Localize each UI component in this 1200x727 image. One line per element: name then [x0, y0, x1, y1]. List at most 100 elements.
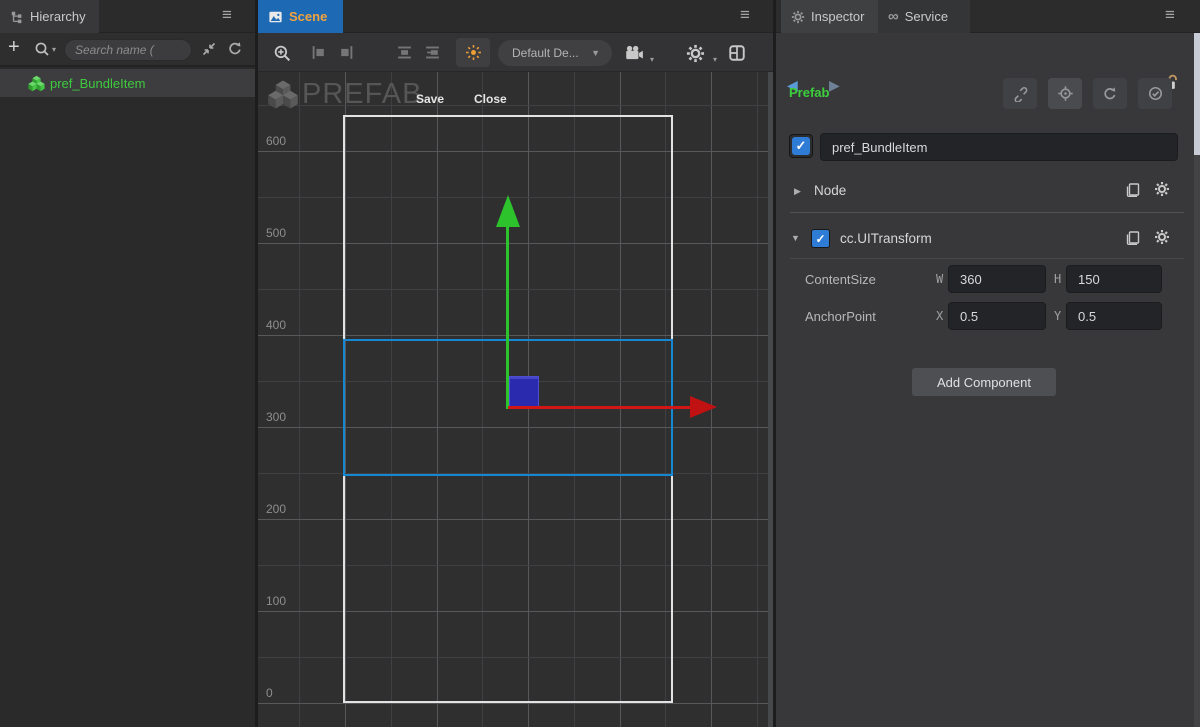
- section-divider: [790, 258, 1184, 259]
- ruler-label: 600: [266, 134, 286, 148]
- scene-settings-gear-icon[interactable]: [686, 44, 705, 63]
- prefab-apply-button[interactable]: [1138, 78, 1172, 109]
- uitransform-enabled-checkbox[interactable]: ✓: [811, 229, 830, 248]
- prefab-watermark: PREFAB: [268, 78, 422, 111]
- service-link-icon: ∞: [888, 8, 899, 25]
- section-divider: [790, 212, 1184, 213]
- zoom-tool-icon[interactable]: [273, 44, 292, 63]
- contentsize-h-input[interactable]: [1066, 265, 1162, 293]
- tab-service-label: Service: [905, 9, 948, 24]
- tab-scene-label: Scene: [289, 9, 327, 24]
- tab-hierarchy[interactable]: Hierarchy: [0, 0, 99, 33]
- uitransform-expand-icon[interactable]: ▼: [791, 233, 800, 243]
- scene-viewport[interactable]: 6005004003002001000 PREFAB Save Close: [258, 72, 773, 727]
- tab-scene[interactable]: Scene: [258, 0, 343, 33]
- inspector-menu-icon[interactable]: ≡: [1165, 5, 1175, 25]
- tab-inspector[interactable]: Inspector: [781, 0, 878, 33]
- anchorpoint-y-input[interactable]: [1066, 302, 1162, 330]
- reset-icon: [1102, 86, 1118, 102]
- inspector-gear-icon: [791, 10, 805, 24]
- node-settings-gear-icon[interactable]: [1154, 181, 1170, 197]
- prefab-cubes-icon: [28, 75, 45, 92]
- align-center-icon[interactable]: [424, 44, 441, 61]
- unlink-icon: [1012, 86, 1028, 102]
- locate-crosshair-icon: [1057, 85, 1074, 102]
- create-node-button[interactable]: +: [8, 36, 20, 59]
- panel-divider-left[interactable]: [255, 0, 258, 727]
- inspector-body: ◀ ▶ Prefab ✓ ▶: [776, 33, 1200, 727]
- check-circle-icon: [1147, 85, 1164, 102]
- camera-icon[interactable]: [624, 44, 644, 62]
- align-right-icon[interactable]: [338, 44, 355, 61]
- uitransform-docs-icon[interactable]: [1125, 230, 1141, 246]
- align-left-icon[interactable]: [310, 44, 327, 61]
- tab-inspector-label: Inspector: [811, 9, 864, 24]
- ruler-label: 500: [266, 226, 286, 240]
- gizmo-mode-value: Default De...: [512, 46, 591, 60]
- ruler-label: 100: [266, 594, 286, 608]
- node-docs-icon[interactable]: [1125, 182, 1141, 198]
- search-filter-caret-icon[interactable]: ▾: [52, 45, 56, 54]
- node-section-title[interactable]: Node: [814, 183, 846, 198]
- hierarchy-menu-icon[interactable]: ≡: [222, 5, 232, 25]
- prefab-reset-button[interactable]: [1093, 78, 1127, 109]
- scene-menu-icon[interactable]: ≡: [740, 5, 750, 25]
- grid-line-vertical: [757, 72, 758, 727]
- inspector-panel: Inspector ∞ Service ≡ ◀ ▶ Prefab: [776, 0, 1200, 727]
- uitransform-section-title[interactable]: cc.UITransform: [840, 231, 932, 246]
- settings-caret-icon[interactable]: ▾: [713, 55, 717, 64]
- gizmo-anchor-square[interactable]: [509, 376, 539, 407]
- ruler-label: 200: [266, 502, 286, 516]
- prefab-close-button[interactable]: Close: [474, 92, 507, 106]
- inspector-tabbar: Inspector ∞ Service ≡: [776, 0, 1200, 33]
- tab-hierarchy-label: Hierarchy: [30, 9, 86, 24]
- collapse-all-icon[interactable]: [201, 41, 217, 57]
- prefab-watermark-label: PREFAB: [302, 78, 422, 111]
- scene-panel: Scene ≡ Default De... ▼: [258, 0, 773, 727]
- light-toggle-button[interactable]: [456, 38, 490, 67]
- prefab-unlink-button[interactable]: [1003, 78, 1037, 109]
- hierarchy-toolbar: + ▾: [0, 33, 255, 67]
- gizmo-x-arrowhead-icon[interactable]: [690, 396, 717, 418]
- tab-service[interactable]: ∞ Service: [878, 0, 970, 33]
- refresh-icon[interactable]: [227, 41, 243, 57]
- contentsize-w-input[interactable]: [948, 265, 1046, 293]
- nav-forward-button[interactable]: ▶: [829, 77, 840, 94]
- split-view-icon[interactable]: [728, 44, 746, 62]
- scene-tabbar: Scene ≡: [258, 0, 773, 33]
- align-top-icon[interactable]: [396, 44, 413, 61]
- panel-divider-right[interactable]: [773, 0, 776, 727]
- dropdown-caret-icon: ▼: [591, 48, 600, 58]
- node-active-checkbox[interactable]: ✓: [789, 134, 813, 158]
- node-name-input[interactable]: [820, 133, 1178, 161]
- hierarchy-item-pref-bundleitem[interactable]: pref_BundleItem: [0, 69, 255, 97]
- camera-caret-icon[interactable]: ▾: [650, 55, 654, 64]
- anchorpoint-x-key: X: [936, 309, 943, 323]
- prefab-status-label: Prefab: [789, 85, 829, 100]
- scene-image-icon: [268, 10, 283, 24]
- hierarchy-item-label: pref_BundleItem: [50, 76, 145, 91]
- inspector-scrollbar-thumb[interactable]: [1194, 33, 1200, 155]
- gizmo-x-axis[interactable]: [508, 406, 691, 409]
- grid-line-vertical: [299, 72, 300, 727]
- scene-toolbar: Default De... ▼ ▾ ▾: [258, 33, 773, 72]
- hierarchy-tree-icon: [10, 10, 24, 24]
- search-input[interactable]: [64, 39, 192, 61]
- add-component-button[interactable]: Add Component: [912, 368, 1056, 396]
- gizmo-y-arrowhead-icon[interactable]: [496, 195, 520, 227]
- prefab-save-button[interactable]: Save: [416, 92, 444, 106]
- node-expand-icon[interactable]: ▶: [794, 186, 801, 197]
- gizmo-mode-dropdown[interactable]: Default De... ▼: [498, 40, 612, 66]
- ruler-label: 0: [266, 686, 273, 700]
- anchorpoint-y-key: Y: [1054, 309, 1061, 323]
- uitransform-settings-gear-icon[interactable]: [1154, 229, 1170, 245]
- light-icon: [465, 44, 482, 61]
- gizmo-y-axis[interactable]: [506, 227, 509, 409]
- contentsize-w-key: W: [936, 272, 943, 286]
- check-icon: ✓: [792, 137, 810, 155]
- ruler-label: 400: [266, 318, 286, 332]
- prefab-locate-button[interactable]: [1048, 78, 1082, 109]
- search-filter-icon[interactable]: [34, 41, 50, 57]
- grid-line-horizontal: [258, 703, 773, 704]
- anchorpoint-x-input[interactable]: [948, 302, 1046, 330]
